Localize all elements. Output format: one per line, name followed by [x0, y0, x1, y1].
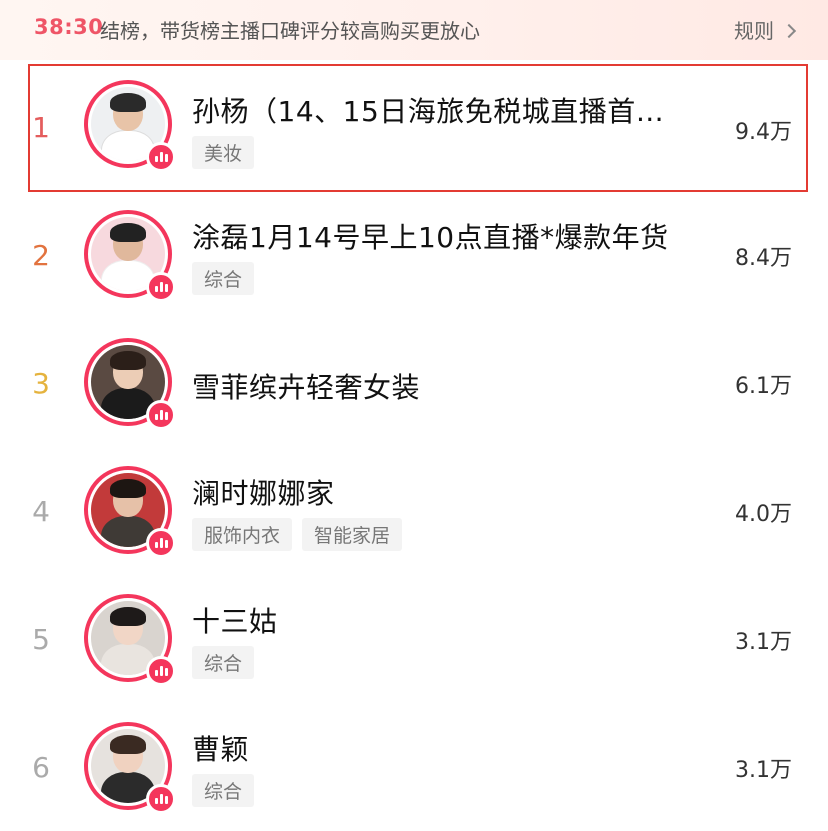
avatar[interactable]	[84, 594, 176, 686]
countdown-timer: 38:30	[34, 15, 104, 39]
ranking-row-6[interactable]: 6 曹颖 综合 3.1万	[0, 706, 828, 831]
streamer-name: 涂磊1月14号早上10点直播*爆款年货	[192, 221, 669, 254]
fan-count: 4.0万	[735, 502, 792, 527]
streamer-name: 雪菲缤卉轻奢女装	[192, 371, 421, 404]
live-indicator-icon	[146, 272, 176, 302]
ranking-row-1[interactable]: 1 孙杨（14、15日海旅免税城直播首… 美妆 9.4万	[28, 64, 808, 192]
top-notice-bar: 38:30 结榜，带货榜主播口碑评分较高购买更放心 规则	[0, 0, 828, 60]
category-tag: 美妆	[192, 136, 255, 169]
category-tags: 综合	[192, 774, 255, 807]
rules-label: 规则	[734, 19, 774, 43]
fan-count: 3.1万	[735, 630, 792, 655]
category-tags: 美妆	[192, 136, 255, 169]
category-tags: 服饰内衣 智能家居	[192, 518, 403, 551]
streamer-name: 澜时娜娜家	[192, 477, 335, 510]
fan-count: 8.4万	[735, 246, 792, 271]
streamer-name: 曹颖	[192, 733, 250, 766]
rank-number: 1	[32, 111, 50, 144]
category-tags: 综合	[192, 262, 255, 295]
notice-text: 结榜，带货榜主播口碑评分较高购买更放心	[100, 19, 480, 43]
category-tag: 综合	[192, 646, 255, 679]
ranking-row-5[interactable]: 5 十三姑 综合 3.1万	[0, 578, 828, 706]
fan-count: 6.1万	[735, 374, 792, 399]
chevron-right-icon	[781, 23, 797, 38]
rules-link[interactable]: 规则	[734, 15, 797, 44]
ranking-row-4[interactable]: 4 澜时娜娜家 服饰内衣 智能家居 4.0万	[0, 450, 828, 578]
live-indicator-icon	[146, 400, 176, 430]
live-indicator-icon	[146, 784, 176, 814]
category-tags: 综合	[192, 646, 255, 679]
rank-number: 4	[32, 495, 50, 528]
streamer-name: 十三姑	[192, 605, 278, 638]
live-indicator-icon	[146, 528, 176, 558]
live-indicator-icon	[146, 656, 176, 686]
rank-number: 3	[32, 367, 50, 400]
ranking-row-3[interactable]: 3 雪菲缤卉轻奢女装 6.1万	[0, 322, 828, 450]
category-tag: 智能家居	[302, 518, 403, 551]
ranking-row-2[interactable]: 2 涂磊1月14号早上10点直播*爆款年货 综合 8.4万	[0, 194, 828, 322]
avatar[interactable]	[84, 80, 176, 172]
avatar[interactable]	[84, 466, 176, 558]
avatar[interactable]	[84, 210, 176, 302]
avatar[interactable]	[84, 338, 176, 430]
live-indicator-icon	[146, 142, 176, 172]
rank-number: 5	[32, 623, 50, 656]
category-tag: 综合	[192, 774, 255, 807]
category-tag: 服饰内衣	[192, 518, 293, 551]
category-tag: 综合	[192, 262, 255, 295]
fan-count: 9.4万	[735, 120, 792, 145]
rank-number: 6	[32, 751, 50, 784]
rank-number: 2	[32, 239, 50, 272]
avatar[interactable]	[84, 722, 176, 814]
streamer-name: 孙杨（14、15日海旅免税城直播首…	[192, 95, 665, 128]
fan-count: 3.1万	[735, 758, 792, 783]
